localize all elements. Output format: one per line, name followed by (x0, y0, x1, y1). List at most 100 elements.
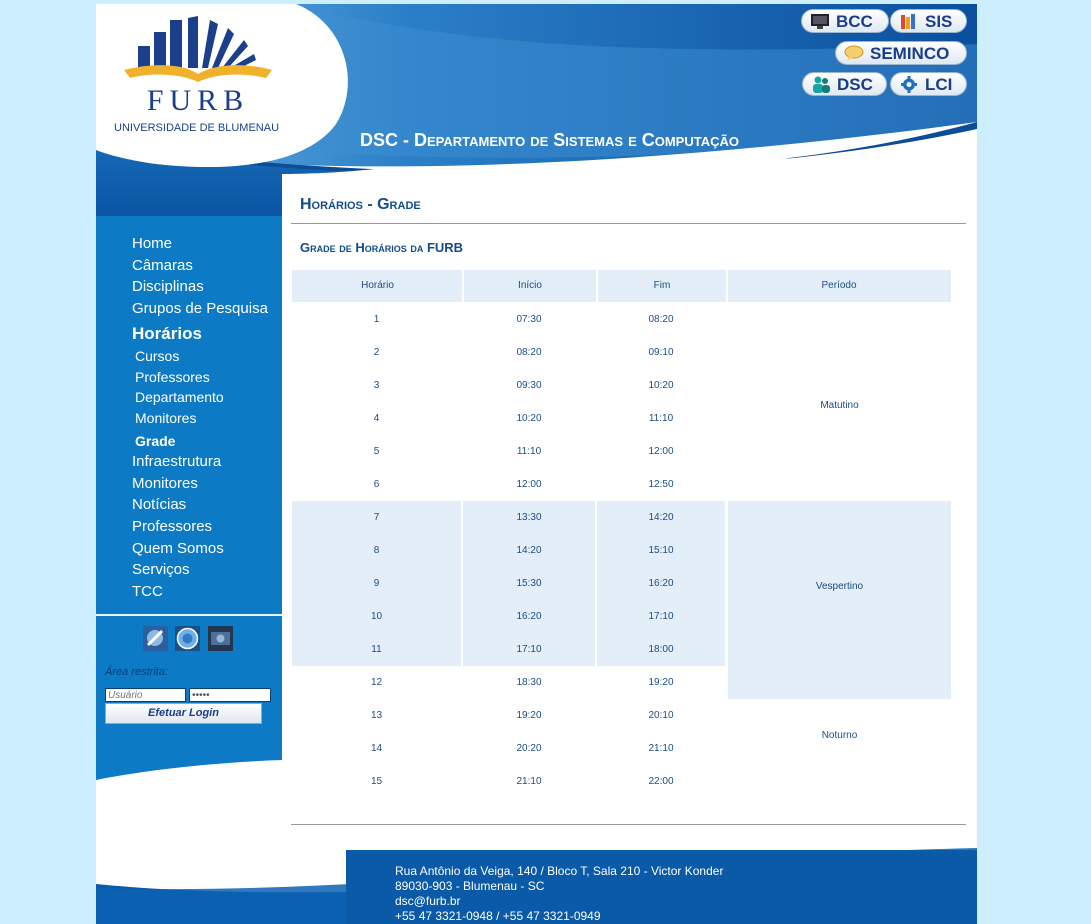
camera-icon[interactable] (208, 626, 233, 651)
cell-inicio: 16:20 (463, 600, 595, 633)
monitor-icon (811, 14, 829, 29)
cell-fim: 09:10 (648, 347, 674, 358)
sis-button[interactable]: SIS (890, 9, 967, 33)
cell-horario: 2 (373, 347, 380, 358)
cell-horario: 10 (292, 600, 461, 633)
header-inicio: Início (463, 270, 597, 302)
table-row: 2 08:20 09:10 (292, 336, 951, 369)
nav-tcc[interactable]: TCC (132, 583, 163, 600)
title-divider (291, 223, 966, 224)
subnav-grade[interactable]: Grade (135, 433, 175, 449)
table-row: 6 12:00 12:50 (292, 468, 951, 501)
period-noturno: Noturno (821, 730, 858, 741)
subnav-professores[interactable]: Professores (135, 369, 210, 385)
nav-monitores[interactable]: Monitores (132, 475, 198, 492)
schedule-table: Horário Início Fim Período 1 07:30 08:20 2 0… (292, 270, 951, 798)
cell-inicio: 14:20 (463, 534, 595, 567)
cell-inicio: 10:20 (516, 413, 542, 424)
header: FURB UNIVERSIDADE DE BLUMENAU BCC SIS SE… (96, 4, 977, 216)
dsc-label: DSC (837, 75, 873, 94)
seminco-label: SEMINCO (870, 44, 950, 63)
nav-noticias[interactable]: Notícias (132, 496, 186, 513)
logo-text: FURB (146, 84, 250, 117)
table-row: 5 11:10 12:00 (292, 435, 951, 468)
footer-background (96, 848, 977, 924)
gear-icon (901, 76, 917, 93)
department-title: DSC - Departamento de Sistemas e Computa… (360, 130, 739, 151)
cell-fim: 16:20 (597, 567, 725, 600)
table-row: 13 19:20 20:10 (292, 699, 951, 732)
cell-horario: 3 (373, 380, 380, 391)
footer-city: 89030-903 - Blumenau - SC (395, 879, 545, 893)
nav-disciplinas[interactable]: Disciplinas (132, 278, 204, 295)
nav-professores[interactable]: Professores (132, 518, 212, 535)
cell-inicio: 13:30 (463, 501, 595, 534)
tools-icon[interactable] (143, 626, 168, 651)
nav-grupos-de-pesquisa[interactable]: Grupos de Pesquisa (132, 300, 268, 317)
nav-quem-somos[interactable]: Quem Somos (132, 540, 224, 557)
department-title-prefix: DSC - (360, 130, 414, 150)
logo-subtitle: UNIVERSIDADE DE BLUMENAU (114, 122, 280, 134)
nav-home[interactable]: Home (132, 235, 172, 252)
cell-fim: 20:10 (648, 710, 674, 721)
globe-icon[interactable] (175, 626, 200, 651)
subnav-cursos[interactable]: Cursos (135, 348, 179, 364)
subnav-monitores[interactable]: Monitores (135, 410, 196, 426)
seminco-button[interactable]: SEMINCO (835, 41, 967, 65)
cell-fim: 19:20 (648, 677, 674, 688)
cell-inicio: 11:10 (516, 446, 542, 457)
nav-servicos[interactable]: Serviços (132, 561, 190, 578)
cell-horario: 11 (292, 633, 461, 666)
cell-inicio: 08:20 (516, 347, 542, 358)
period-vespertino: Vespertino (815, 581, 864, 592)
login-button[interactable]: Efetuar Login (105, 703, 262, 724)
section-title: Grade de Horários da FURB (300, 240, 464, 255)
dsc-button[interactable]: DSC (802, 72, 887, 96)
nav-infraestrutura[interactable]: Infraestrutura (132, 453, 221, 470)
username-input[interactable] (105, 688, 186, 702)
cell-horario: 1 (373, 314, 380, 325)
nav-camaras[interactable]: Câmaras (132, 257, 193, 274)
cell-inicio: 18:30 (516, 677, 542, 688)
restricted-area-label: Área restrita: (105, 666, 168, 678)
furb-logo[interactable]: FURB UNIVERSIDADE DE BLUMENAU (114, 12, 280, 134)
cell-inicio: 17:10 (463, 633, 595, 666)
header-divider (462, 270, 464, 302)
sis-label: SIS (925, 12, 953, 31)
footer-email[interactable]: dsc@furb.br (395, 894, 461, 908)
cell-fim: 17:10 (597, 600, 725, 633)
header-divider (596, 270, 598, 302)
furb-logo-icon (124, 16, 272, 82)
nav-horarios[interactable]: Horários (132, 324, 202, 344)
header-periodo: Período (727, 270, 951, 302)
cell-horario: 9 (292, 567, 461, 600)
cell-fim: 14:20 (597, 501, 725, 534)
lci-label: LCI (925, 75, 953, 94)
lci-button[interactable]: LCI (890, 72, 967, 96)
footer-phones: +55 47 3321-0948 / +55 47 3321-0949 (395, 909, 601, 923)
page-title: Horários - Grade (300, 196, 421, 213)
cell-fim: 12:50 (648, 479, 674, 490)
sidebar-divider (96, 614, 282, 616)
header-horario: Horário (292, 270, 463, 302)
bcc-button[interactable]: BCC (801, 9, 889, 33)
cell-inicio: 07:30 (516, 314, 542, 325)
cell-horario: 14 (370, 743, 383, 754)
table-row: 1 07:30 08:20 (292, 303, 951, 336)
table-row: 3 09:30 10:20 (292, 369, 951, 402)
footer-address: Rua Antônio da Veiga, 140 / Bloco T, Sal… (395, 864, 724, 878)
cell-horario: 8 (292, 534, 461, 567)
speech-bubble-icon (844, 45, 864, 61)
cell-fim: 11:10 (648, 413, 674, 424)
subnav-departamento[interactable]: Departamento (135, 389, 224, 405)
footer: Rua Antônio da Veiga, 140 / Bloco T, Sal… (96, 784, 977, 924)
cell-inicio: 12:00 (516, 479, 542, 490)
sidebar: Home Câmaras Disciplinas Grupos de Pesqu… (96, 216, 282, 784)
cell-horario: 6 (373, 479, 380, 490)
bcc-label: BCC (836, 12, 873, 31)
cell-fim: 12:00 (648, 446, 674, 457)
password-input[interactable] (189, 688, 271, 702)
department-title-name: Departamento de Sistemas e Computação (414, 130, 739, 150)
cell-horario: 13 (370, 710, 383, 721)
cell-fim: 18:00 (597, 633, 725, 666)
